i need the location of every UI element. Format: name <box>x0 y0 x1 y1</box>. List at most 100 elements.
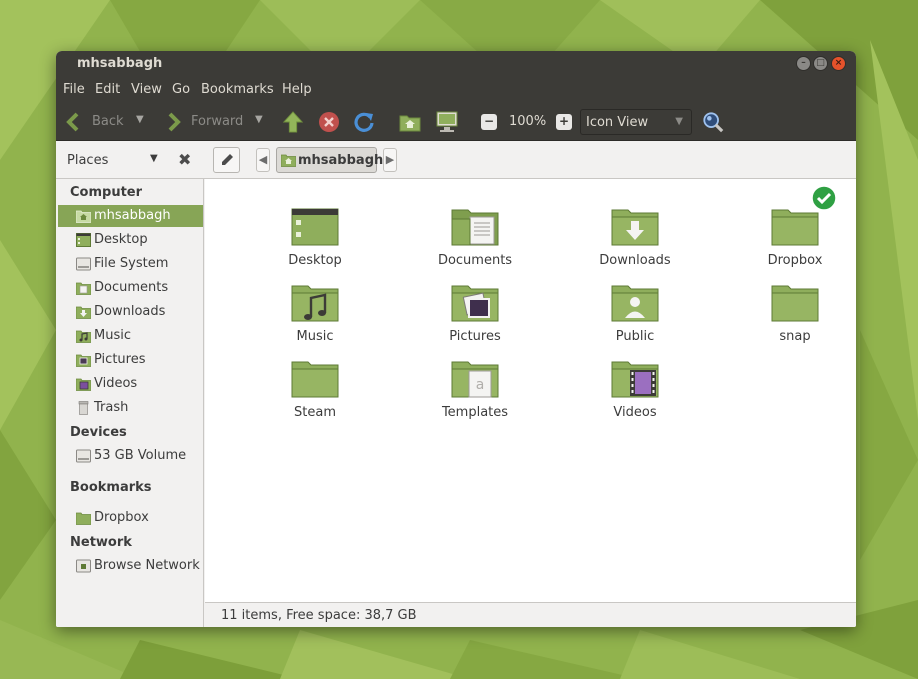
zoom-in-icon[interactable]: + <box>556 114 572 130</box>
title-bar[interactable]: mhsabbagh – □ × <box>56 51 856 77</box>
icon-view: Desktop Documents Downloads Dropbox Musi… <box>205 179 856 602</box>
file-item-label: Downloads <box>599 253 671 268</box>
section-heading-network: Network <box>70 535 132 550</box>
up-arrow-icon[interactable] <box>282 111 304 133</box>
close-sidebar-icon[interactable]: ✖ <box>178 150 191 169</box>
minimize-icon[interactable]: – <box>796 56 811 71</box>
folder-icon <box>771 285 819 322</box>
sidebar-item-label: Documents <box>94 280 169 295</box>
section-heading-bookmarks: Bookmarks <box>70 480 152 495</box>
sidebar-item-label: mhsabbagh <box>94 208 171 223</box>
forward-history-caret-icon[interactable]: ▼ <box>255 114 263 125</box>
section-heading-devices: Devices <box>70 425 127 440</box>
folder-icon <box>291 361 339 398</box>
sidebar-item-label: Downloads <box>94 304 166 319</box>
file-item-label: Dropbox <box>767 253 823 268</box>
menu-go[interactable]: Go <box>172 82 190 97</box>
documents-folder-icon <box>76 282 91 295</box>
home-folder-icon <box>76 210 91 223</box>
close-icon[interactable]: × <box>831 56 846 71</box>
status-text: 11 items, Free space: 38,7 GB <box>221 608 417 623</box>
network-icon <box>76 559 91 573</box>
back-arrow-icon[interactable] <box>65 111 81 133</box>
file-item-steam[interactable]: Steam <box>253 357 373 427</box>
pencil-icon <box>222 154 233 165</box>
computer-icon[interactable] <box>436 111 458 133</box>
folder-icon <box>76 512 91 525</box>
sidebar-item-label: 53 GB Volume <box>94 448 187 463</box>
sidebar-item-label: Trash <box>94 400 129 415</box>
sidebar-item-music[interactable]: Music <box>58 325 203 347</box>
file-item-snap[interactable]: snap <box>733 281 853 351</box>
file-item-pictures[interactable]: Pictures <box>413 281 533 351</box>
sidebar-item-browse-network[interactable]: Browse Network <box>58 555 203 577</box>
file-item-dropbox[interactable]: Dropbox <box>733 185 853 275</box>
chevron-down-icon: ▼ <box>675 116 683 127</box>
file-item-label: Music <box>296 329 334 344</box>
menu-bookmarks[interactable]: Bookmarks <box>201 82 274 97</box>
file-item-label: Desktop <box>288 253 342 268</box>
sidebar-item-file-system[interactable]: File System <box>58 253 203 275</box>
maximize-icon[interactable]: □ <box>813 56 828 71</box>
desktop-folder-icon <box>291 208 339 246</box>
breadcrumb-left-arrow[interactable]: ◀ <box>256 148 270 172</box>
section-heading-computer: Computer <box>70 185 143 200</box>
svg-text:a: a <box>476 377 485 393</box>
file-item-downloads[interactable]: Downloads <box>573 205 693 275</box>
documents-folder-icon <box>451 209 499 246</box>
zoom-out-icon[interactable]: − <box>481 114 497 130</box>
sidebar-item-dropbox[interactable]: Dropbox <box>58 507 203 529</box>
desktop-icon <box>76 233 91 247</box>
sidebar-item-pictures[interactable]: Pictures <box>58 349 203 371</box>
forward-arrow-icon[interactable] <box>166 111 182 133</box>
back-history-caret-icon[interactable]: ▼ <box>136 114 144 125</box>
menu-view[interactable]: View <box>131 82 162 97</box>
menu-file[interactable]: File <box>63 82 85 97</box>
stop-icon[interactable] <box>318 111 340 133</box>
file-item-templates[interactable]: a Templates <box>413 357 533 427</box>
sidebar-item-desktop[interactable]: Desktop <box>58 229 203 251</box>
file-item-label: Templates <box>441 405 509 420</box>
menu-edit[interactable]: Edit <box>95 82 120 97</box>
file-item-documents[interactable]: Documents <box>413 205 533 275</box>
sidebar-item-label: Pictures <box>94 352 146 367</box>
sidebar-item-documents[interactable]: Documents <box>58 277 203 299</box>
videos-folder-icon <box>76 378 91 391</box>
file-item-music[interactable]: Music <box>253 281 373 351</box>
file-item-label: Public <box>615 329 655 344</box>
drive-icon <box>76 257 91 271</box>
sidebar-item-videos[interactable]: Videos <box>58 373 203 395</box>
view-mode-select[interactable]: Icon View ▼ <box>580 109 692 135</box>
view-mode-value: Icon View <box>586 115 649 130</box>
zoom-level: 100% <box>509 114 547 129</box>
sidebar-item-label: File System <box>94 256 169 271</box>
toggle-location-entry-button[interactable] <box>213 147 240 173</box>
forward-button-label[interactable]: Forward <box>191 114 243 129</box>
breadcrumb-right-arrow[interactable]: ▶ <box>383 148 397 172</box>
file-item-label: Videos <box>613 405 657 420</box>
reload-icon[interactable] <box>353 111 375 133</box>
file-item-label: snap <box>779 329 811 344</box>
back-button-label[interactable]: Back <box>92 114 124 129</box>
breadcrumb-home[interactable]: mhsabbagh <box>276 147 383 173</box>
sidebar-item-downloads[interactable]: Downloads <box>58 301 203 323</box>
sidebar-item-label: Videos <box>94 376 138 391</box>
sidebar-item-53gb-volume[interactable]: 53 GB Volume <box>58 445 203 467</box>
sidebar-item-label: Dropbox <box>94 510 149 525</box>
downloads-folder-icon <box>76 306 91 319</box>
sidebar-item-trash[interactable]: Trash <box>58 397 203 419</box>
chevron-down-icon[interactable]: ▼ <box>150 153 158 164</box>
search-icon[interactable] <box>701 111 725 133</box>
file-item-label: Pictures <box>449 329 501 344</box>
menu-help[interactable]: Help <box>282 82 312 97</box>
places-dropdown-label[interactable]: Places <box>67 153 108 168</box>
status-bar: 11 items, Free space: 38,7 GB <box>205 602 856 627</box>
sidebar-item-mhsabbagh[interactable]: mhsabbagh <box>58 205 203 227</box>
sidebar-item-label: Music <box>94 328 131 343</box>
file-item-public[interactable]: Public <box>573 281 693 351</box>
file-item-videos[interactable]: Videos <box>573 357 693 427</box>
file-item-desktop[interactable]: Desktop <box>253 205 373 275</box>
downloads-folder-icon <box>611 209 659 246</box>
file-item-label: Documents <box>437 253 513 268</box>
home-folder-icon[interactable] <box>399 111 421 133</box>
